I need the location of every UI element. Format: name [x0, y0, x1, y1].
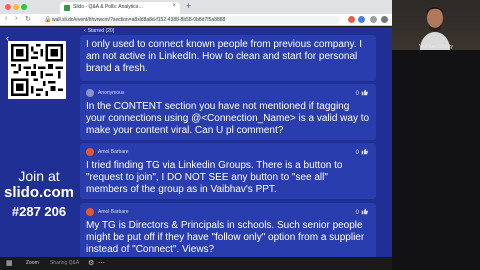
lock-icon: 🔒: [44, 17, 52, 23]
bottom-bar-item[interactable]: Zoom: [26, 260, 39, 266]
presenter-name: Vaibhav Sisinty: [419, 44, 453, 50]
like-count[interactable]: 0: [356, 148, 368, 156]
like-count-value: 0: [355, 150, 359, 156]
question-card[interactable]: Amol Barbare 0 I tried finding TG via Li…: [80, 143, 376, 199]
reload-button[interactable]: ↻: [25, 15, 31, 23]
thumbs-up-icon: [361, 208, 368, 215]
maximize-window-dot[interactable]: [21, 4, 27, 10]
browser-toolbar: ‹ › ↻ 🔒 wall.sli.do/event/hhvrwcm/?secti…: [0, 14, 392, 26]
browser-tab-slido[interactable]: Slido - Q&A & Polls: Analytics… ×: [60, 2, 180, 14]
like-count-value: 0: [355, 91, 359, 97]
question-author: Amol Barbare: [98, 209, 129, 215]
question-card[interactable]: I only used to connect known people from…: [80, 35, 376, 81]
tab-close-icon[interactable]: ×: [172, 3, 176, 9]
menu-icon[interactable]: [381, 16, 388, 23]
slido-wall: ‹ Join at slido.com #287 206 ‹ Starred (…: [0, 27, 392, 270]
new-tab-button[interactable]: +: [186, 1, 191, 11]
question-text: In the CONTENT section you have not ment…: [86, 101, 370, 136]
profile-avatar[interactable]: [370, 16, 377, 23]
grid-icon[interactable]: ▦: [6, 259, 13, 267]
avatar: [86, 148, 94, 156]
qr-code: [8, 41, 66, 99]
question-card[interactable]: Anonymous 0 In the CONTENT section you h…: [80, 84, 376, 140]
thumbs-up-icon: [361, 148, 368, 155]
question-text: My TG is Directors & Principals in schoo…: [86, 220, 365, 255]
avatar: [86, 89, 94, 97]
slido-favicon-icon: [64, 5, 70, 11]
tab-title: Slido - Q&A & Polls: Analytics…: [73, 4, 144, 10]
url-text[interactable]: wall.sli.do/event/hhvrwcm/?section=a8sld…: [52, 17, 332, 23]
webcam-video: Vaibhav Sisinty: [392, 0, 480, 50]
question-author: Anonymous: [98, 90, 125, 96]
extension-icon[interactable]: [348, 16, 355, 23]
join-panel: ‹ Join at slido.com #287 206: [0, 27, 78, 270]
extension-icon[interactable]: [358, 16, 365, 23]
bottom-bar-item: Sharing Q&A: [50, 260, 80, 266]
screen-share-bar: ▦ Zoom Sharing Q&A ⚙ ⋯: [0, 257, 392, 270]
like-count[interactable]: 0: [356, 208, 368, 216]
address-bar[interactable]: 🔒 wall.sli.do/event/hhvrwcm/?section=a8s…: [40, 16, 340, 24]
question-author: Amol Barbare: [98, 149, 129, 155]
thumbs-up-icon: [361, 89, 368, 96]
starred-label: Starred (20): [87, 28, 115, 34]
question-card[interactable]: Amol Barbare 0 My TG is Directors & Prin…: [80, 203, 376, 265]
more-icon[interactable]: ⋯: [98, 259, 105, 267]
browser-tab-strip: Slido - Q&A & Polls: Analytics… × +: [0, 0, 392, 14]
minimize-window-dot[interactable]: [13, 4, 19, 10]
question-text: I only used to connect known people from…: [86, 39, 363, 74]
forward-button[interactable]: ›: [15, 15, 17, 22]
starred-header[interactable]: ‹ Starred (20): [84, 28, 114, 34]
chevron-left-icon: ‹: [84, 28, 86, 34]
settings-icon[interactable]: ⚙: [88, 259, 94, 267]
back-button[interactable]: ‹: [5, 15, 7, 22]
question-text: I tried finding TG via Linkedin Groups. …: [86, 160, 343, 195]
like-count-value: 0: [355, 210, 359, 216]
join-site: slido.com: [3, 184, 74, 201]
like-count[interactable]: 0: [356, 89, 368, 97]
join-label: Join at: [18, 168, 60, 184]
questions-feed: ‹ Starred (20) I only used to connect kno…: [80, 27, 378, 270]
event-code: #287 206: [11, 204, 67, 219]
webcam-panel: Vaibhav Sisinty: [392, 0, 480, 270]
close-window-dot[interactable]: [5, 4, 11, 10]
avatar: [86, 208, 94, 216]
